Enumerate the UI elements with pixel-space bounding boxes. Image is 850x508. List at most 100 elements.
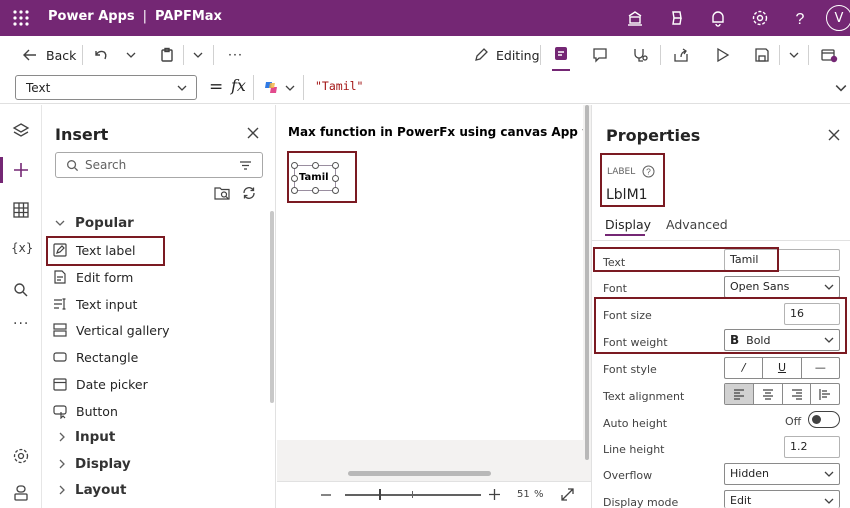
align-right-button[interactable]: [783, 384, 812, 404]
svg-text:?: ?: [796, 11, 805, 28]
insert-item-label: Vertical gallery: [76, 322, 170, 338]
prop-label-font: Font: [603, 282, 627, 295]
tree-view-icon[interactable]: [11, 121, 31, 141]
align-justify-button[interactable]: [811, 384, 839, 404]
insert-item-label: Text input: [76, 296, 138, 312]
display-mode-dropdown[interactable]: Edit: [724, 490, 840, 508]
settings-icon[interactable]: [750, 8, 770, 28]
category-display[interactable]: Display: [57, 456, 131, 472]
formula-input[interactable]: "Tamil": [307, 75, 828, 100]
divider: [540, 45, 541, 65]
search-icon[interactable]: [11, 280, 31, 300]
zoom-out-icon[interactable]: [321, 494, 331, 496]
chevron-down-icon[interactable]: [193, 50, 203, 60]
insert-item-text-input[interactable]: Text input: [52, 293, 252, 315]
font-dropdown[interactable]: Open Sans: [724, 276, 840, 298]
chevron-right-icon: [59, 459, 65, 469]
back-label: Back: [46, 47, 77, 63]
zoom-slider-thumb[interactable]: [379, 489, 381, 500]
more-commands-button[interactable]: ···: [228, 47, 243, 62]
align-center-button[interactable]: [754, 384, 783, 404]
more-icon[interactable]: ···: [13, 316, 29, 332]
copilot-icon[interactable]: [667, 8, 687, 28]
divider: [660, 45, 661, 65]
filter-icon[interactable]: [239, 160, 252, 171]
insert-item-label: Button: [76, 403, 118, 419]
refresh-icon[interactable]: [241, 185, 257, 201]
insert-item-rectangle[interactable]: Rectangle: [52, 346, 252, 368]
chevron-down-icon[interactable]: [126, 50, 136, 60]
align-left-button[interactable]: [725, 384, 754, 404]
tab-display[interactable]: Display: [605, 217, 651, 232]
app-checker-icon[interactable]: [631, 46, 649, 64]
expand-formula-icon[interactable]: [835, 82, 847, 94]
back-button[interactable]: Back: [22, 47, 76, 63]
undo-icon[interactable]: [93, 47, 109, 63]
close-icon[interactable]: [828, 129, 840, 141]
arrow-left-icon: [23, 49, 36, 61]
divider: [253, 75, 254, 100]
copilot-formula-button[interactable]: [263, 79, 295, 96]
comments-pane-button[interactable]: [550, 44, 572, 71]
highlight-box: [287, 151, 357, 203]
notifications-icon[interactable]: [708, 8, 728, 28]
line-height-input[interactable]: 1.2: [784, 436, 840, 458]
overflow-dropdown[interactable]: Hidden: [724, 463, 840, 485]
chevron-down-icon: [285, 85, 295, 91]
italic-button[interactable]: /: [725, 358, 764, 378]
highlight-box: [594, 297, 847, 354]
canvas-horizontal-scrollbar[interactable]: [348, 471, 491, 476]
play-icon[interactable]: [713, 46, 731, 64]
paste-icon[interactable]: [159, 47, 175, 63]
underline-button[interactable]: U: [763, 358, 802, 378]
save-icon[interactable]: [753, 46, 771, 64]
insert-plus-icon[interactable]: [11, 160, 31, 180]
strikethrough-button[interactable]: —: [802, 358, 839, 378]
variables-icon[interactable]: {x}: [11, 241, 33, 255]
zoom-slider-track[interactable]: [345, 494, 481, 496]
product-name[interactable]: Power Apps: [48, 9, 135, 24]
insert-item-date-picker[interactable]: Date picker: [52, 373, 252, 395]
highlight-box: [46, 236, 165, 266]
settings-icon[interactable]: [11, 446, 31, 466]
chevron-down-icon: [824, 498, 834, 504]
insert-search-input[interactable]: Search: [55, 152, 263, 178]
prop-label-line-height: Line height: [603, 443, 665, 456]
zoom-in-icon[interactable]: [489, 489, 500, 500]
insert-item-edit-form[interactable]: Edit form: [52, 266, 252, 288]
comment-icon[interactable]: [591, 46, 609, 64]
help-icon[interactable]: ?: [790, 8, 810, 28]
screen-title-label[interactable]: Max function in PowerFx using canvas App…: [288, 125, 583, 139]
environment-icon[interactable]: [625, 8, 645, 28]
account-icon[interactable]: [11, 483, 31, 503]
app-launcher-icon[interactable]: [12, 9, 30, 27]
close-icon[interactable]: [247, 127, 259, 139]
tab-advanced[interactable]: Advanced: [666, 217, 728, 232]
insert-item-label: Date picker: [76, 376, 148, 392]
insert-pane-scrollbar[interactable]: [270, 211, 274, 403]
app-name[interactable]: PAPFMax: [155, 9, 222, 24]
category-input[interactable]: Input: [57, 429, 115, 445]
category-popular[interactable]: Popular: [55, 215, 134, 231]
copilot-icon: [265, 82, 277, 93]
open-folder-icon[interactable]: [214, 185, 231, 201]
auto-height-toggle[interactable]: [808, 411, 840, 428]
insert-item-button[interactable]: Button: [52, 400, 252, 422]
chevron-down-icon[interactable]: [789, 50, 799, 60]
prop-label-font-style: Font style: [603, 363, 657, 376]
canvas-vertical-scrollbar[interactable]: [585, 105, 589, 460]
editing-mode-button[interactable]: Editing: [473, 47, 540, 63]
app-screen[interactable]: Max function in PowerFx using canvas App…: [277, 105, 583, 440]
data-grid-icon[interactable]: [11, 200, 31, 220]
user-avatar[interactable]: V: [826, 5, 850, 31]
gallery-icon: [53, 323, 67, 337]
insert-item-vertical-gallery[interactable]: Vertical gallery: [52, 319, 252, 341]
share-icon[interactable]: [672, 46, 690, 64]
category-layout[interactable]: Layout: [57, 482, 126, 498]
search-icon: [67, 160, 79, 172]
fit-to-window-icon[interactable]: [561, 488, 574, 501]
fx-icon: fx: [231, 76, 246, 95]
property-selector[interactable]: Text: [15, 75, 197, 100]
publish-icon[interactable]: [820, 46, 838, 64]
align-right-icon: [791, 389, 802, 400]
